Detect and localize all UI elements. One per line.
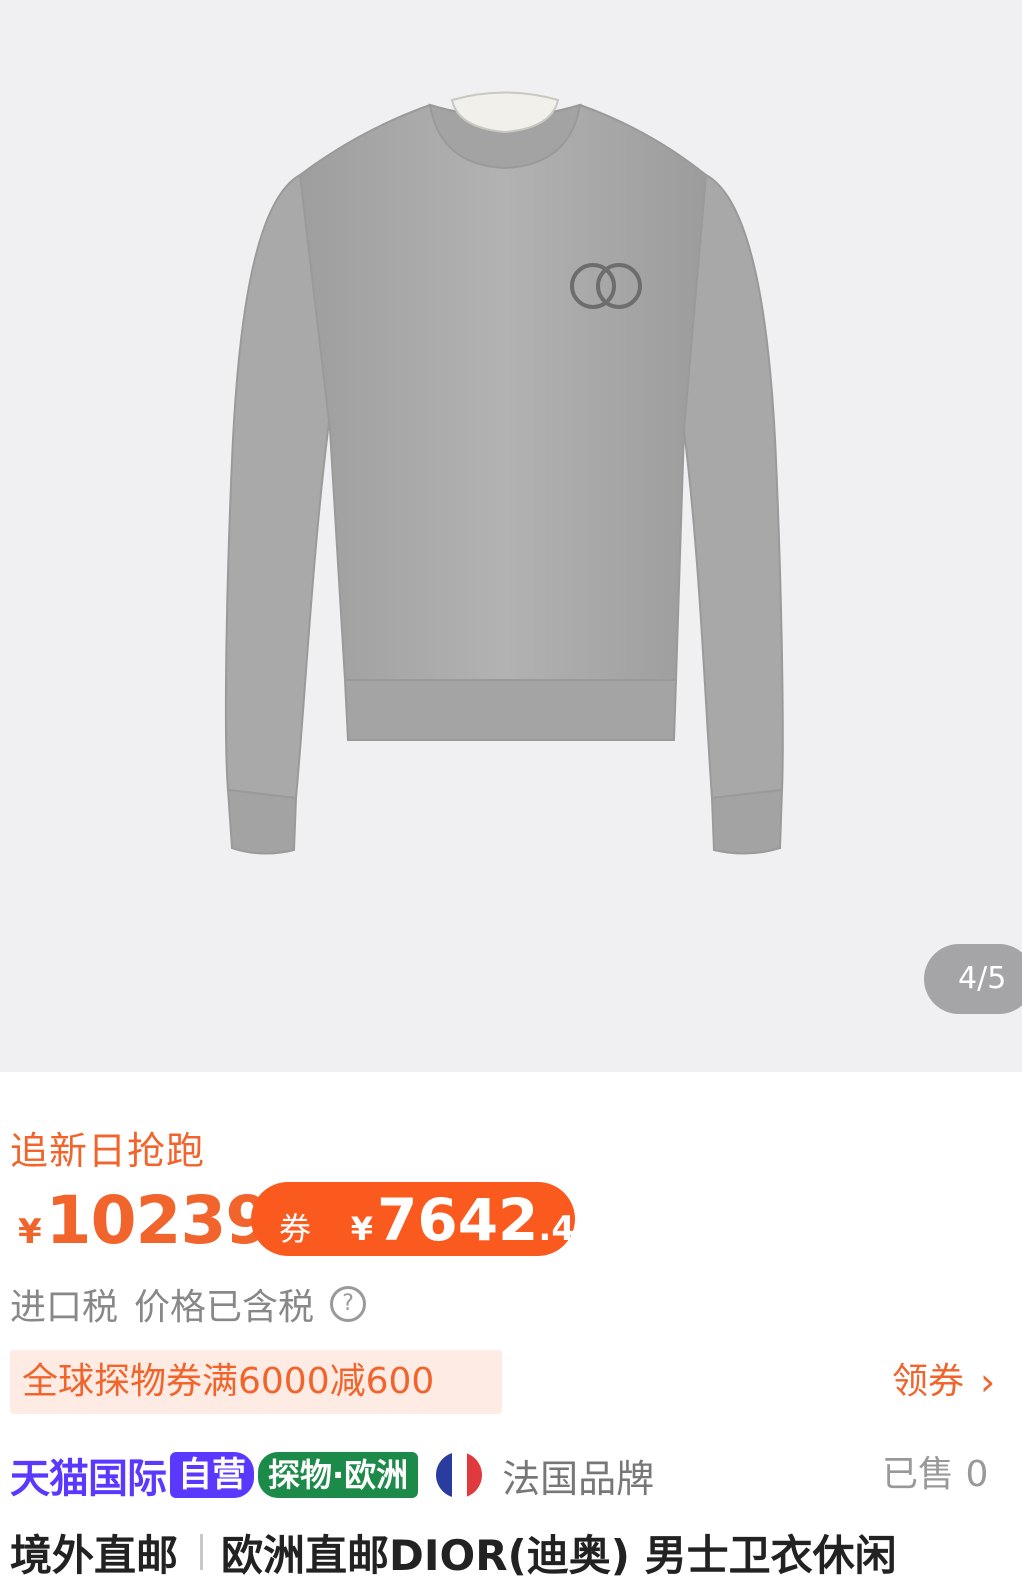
explore-europe-badge[interactable]: 探物·欧洲 [258,1452,419,1498]
product-title: 欧洲直邮DIOR(迪奥) 男士卫衣休闲 [221,1530,897,1580]
promo-title: 追新日抢跑 [10,1129,206,1173]
sold-count: 已售 0 [882,1454,989,1495]
help-icon[interactable]: ? [330,1286,367,1322]
original-price: ¥ 10239 [18,1182,272,1259]
price-value: 10239 [45,1182,272,1259]
product-image [224,91,784,855]
coupon-price-decimal: .4 [538,1209,575,1249]
get-coupon-label: 领券 [892,1361,965,1402]
divider [200,1534,204,1570]
coupon-price-integer: 7642 [376,1186,539,1254]
brand-origin[interactable]: 法国品牌 [502,1448,654,1503]
import-tax-label: 进口税 [10,1287,119,1328]
currency-symbol: ¥ [18,1212,42,1252]
product-badges: 天猫国际 自营 探物·欧洲 法国品牌 [10,1448,654,1502]
import-tax-row: 进口税 价格已含税 ? [10,1278,367,1330]
coupon-offer[interactable]: 全球探物券满6000减600 [10,1350,502,1414]
get-coupon-button[interactable]: 领券 › [892,1350,995,1414]
coupon-price-badge[interactable]: 券后 ¥ 7642 .4 [251,1182,575,1294]
image-page-indicator: 4/5 [924,944,1022,1014]
product-image-gallery[interactable]: 4/5 [0,0,1022,1072]
tax-included-note: 价格已含税 [134,1287,315,1328]
shipping-tag: 境外直邮 [10,1530,179,1580]
coupon-currency-symbol: ¥ [350,1210,373,1248]
france-flag-icon [436,1452,483,1498]
product-title-row: 境外直邮 欧洲直邮DIOR(迪奥) 男士卫衣休闲 [10,1522,897,1582]
self-operated-badge: 自营 [170,1452,254,1498]
chevron-right-icon: › [980,1360,996,1404]
tmall-global-badge: 天猫国际 [10,1456,167,1502]
